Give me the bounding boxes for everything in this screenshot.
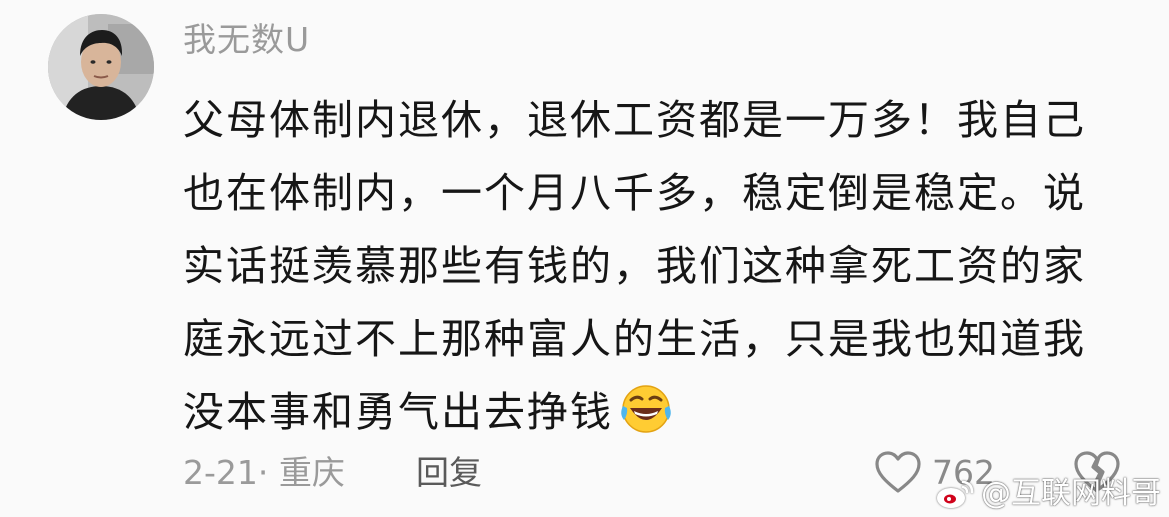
comment-username[interactable]: 我无数U xyxy=(183,20,310,60)
meta-separator: · xyxy=(257,453,269,492)
comment-line-text: 没本事和勇气出去挣钱 xyxy=(183,388,613,436)
comment-text: 父母体制内退休，退休工资都是一万多！我自己 也在体制内，一个月八千多，稳定倒是稳… xyxy=(183,84,1133,449)
watermark-text: @互联网料哥 xyxy=(981,476,1161,511)
comment-line: 实话挺羡慕那些有钱的，我们这种拿死工资的家 xyxy=(183,242,1086,290)
avatar[interactable] xyxy=(48,14,154,120)
comment-line: 也在体制内，一个月八千多，稳定倒是稳定。说 xyxy=(183,169,1086,217)
comment-date: 2-21 xyxy=(183,453,258,492)
weibo-logo-icon xyxy=(937,480,974,508)
comment-meta: 2-21· 重庆 xyxy=(183,451,345,495)
reply-button[interactable]: 回复 xyxy=(416,451,482,495)
heart-icon xyxy=(875,451,921,493)
avatar-photo xyxy=(48,14,154,120)
rofl-face-icon xyxy=(619,384,673,457)
like-button[interactable] xyxy=(873,449,923,499)
comment-line: 父母体制内退休，退休工资都是一万多！我自己 xyxy=(183,96,1086,144)
comment-location: 重庆 xyxy=(278,453,345,492)
comment-line: 庭永远过不上那种富人的生活，只是我也知道我 xyxy=(183,315,1086,363)
comment-line-last: 没本事和勇气出去挣钱 xyxy=(183,376,1133,449)
watermark: @互联网料哥 xyxy=(935,475,1161,513)
